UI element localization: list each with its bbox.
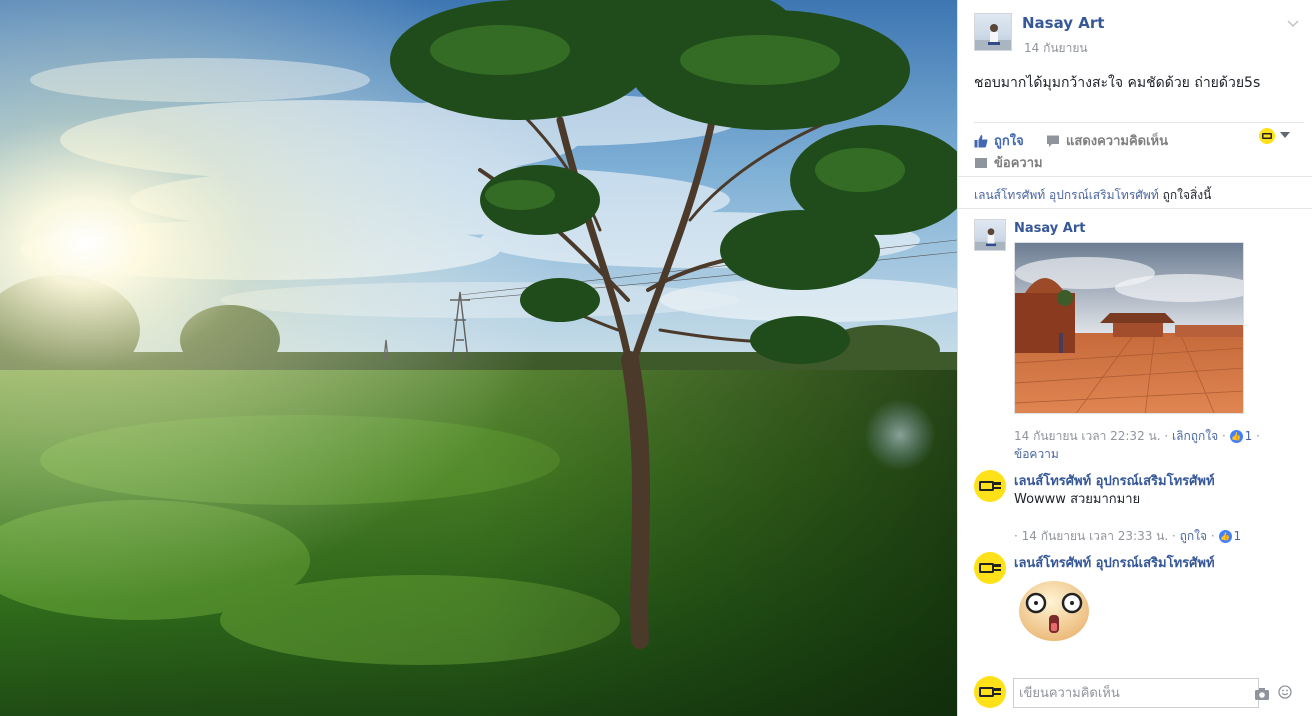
comment-button[interactable]: แสดงความคิดเห็น (1046, 130, 1168, 151)
message-button[interactable]: ข้อความ (974, 152, 1043, 173)
comment-author[interactable]: Nasay Art (1014, 221, 1085, 236)
camera-icon[interactable] (1255, 685, 1269, 700)
person-icon (975, 228, 1005, 250)
post-side-panel: Nasay Art 14 กันยายน ชอบมากได้มุมกว้างสะ… (957, 0, 1312, 716)
post-date[interactable]: 14 กันยายน (1024, 39, 1088, 58)
smiley-icon[interactable] (1278, 684, 1292, 699)
comment-time[interactable]: 14 กันยายน เวลา 23:33 น. (1022, 529, 1169, 543)
page-avatar-icon (1259, 128, 1275, 144)
likes-suffix: ถูกใจสิ่งนี้ (1162, 188, 1212, 202)
messenger-icon (975, 157, 987, 168)
likes-summary: เลนส์โทรศัพท์ อุปกรณ์เสริมโทรศัพท์ ถูกใจ… (974, 186, 1211, 205)
like-label: ถูกใจ (994, 134, 1024, 149)
photo-viewer: Nasay Art 14 กันยายน ชอบมากได้มุมกว้างสะ… (0, 0, 1312, 716)
liker-page-link[interactable]: เลนส์โทรศัพท์ อุปกรณ์เสริมโทรศัพท์ (974, 188, 1159, 202)
person-icon (975, 24, 1011, 50)
divider (958, 208, 1312, 209)
temple-courtyard-image (1015, 243, 1243, 413)
post-text: ชอบมากได้มุมกว้างสะใจ คมชัดด้วย ถ่ายด้วย… (974, 75, 1261, 91)
unlike-link[interactable]: เลิกถูกใจ (1172, 429, 1218, 443)
thumbs-up-icon (974, 134, 988, 147)
shocked-emoji-sticker[interactable] (1016, 577, 1092, 643)
like-link[interactable]: ถูกใจ (1180, 529, 1207, 543)
message-label: ข้อความ (994, 156, 1043, 171)
comment-author[interactable]: เลนส์โทรศัพท์ อุปกรณ์เสริมโทรศัพท์ (1014, 552, 1215, 573)
divider (974, 122, 1304, 123)
chevron-down-icon[interactable] (1287, 14, 1299, 28)
author-avatar[interactable] (974, 13, 1012, 51)
comment-label: แสดงความคิดเห็น (1066, 134, 1169, 149)
landscape-photo (0, 0, 957, 716)
shop-logo-icon (979, 481, 1001, 491)
divider (958, 176, 1312, 177)
page-avatar[interactable] (974, 552, 1006, 584)
shop-logo-icon (979, 687, 1001, 697)
like-badge-icon: 👍 (1229, 430, 1243, 443)
message-link[interactable]: ข้อความ (1014, 445, 1059, 464)
page-avatar[interactable] (974, 470, 1006, 502)
comment-avatar[interactable] (974, 219, 1006, 251)
like-count[interactable]: 1 (1234, 529, 1242, 543)
caret-down-icon (1280, 132, 1290, 138)
like-badge-icon: 👍 (1218, 530, 1232, 543)
photo[interactable] (0, 0, 957, 716)
comment-icon (1047, 135, 1059, 147)
comment-time[interactable]: 14 กันยายน เวลา 22:32 น. (1014, 429, 1161, 443)
post-author-name[interactable]: Nasay Art (1022, 14, 1104, 32)
like-button[interactable]: ถูกใจ (974, 130, 1024, 151)
comment-meta: · 14 กันยายน เวลา 23:33 น. · ถูกใจ · 👍 1 (1014, 529, 1242, 543)
comment-text: Wowww สวยมากมาย (1014, 492, 1141, 507)
like-count[interactable]: 1 (1245, 429, 1253, 443)
comment-meta: 14 กันยายน เวลา 22:32 น. · เลิกถูกใจ · 👍… (1014, 429, 1260, 443)
composer-avatar (974, 676, 1006, 708)
comment-input[interactable] (1013, 678, 1259, 708)
page-selector[interactable] (1259, 128, 1299, 144)
comment-photo[interactable] (1014, 242, 1244, 414)
shop-logo-icon (979, 563, 1001, 573)
